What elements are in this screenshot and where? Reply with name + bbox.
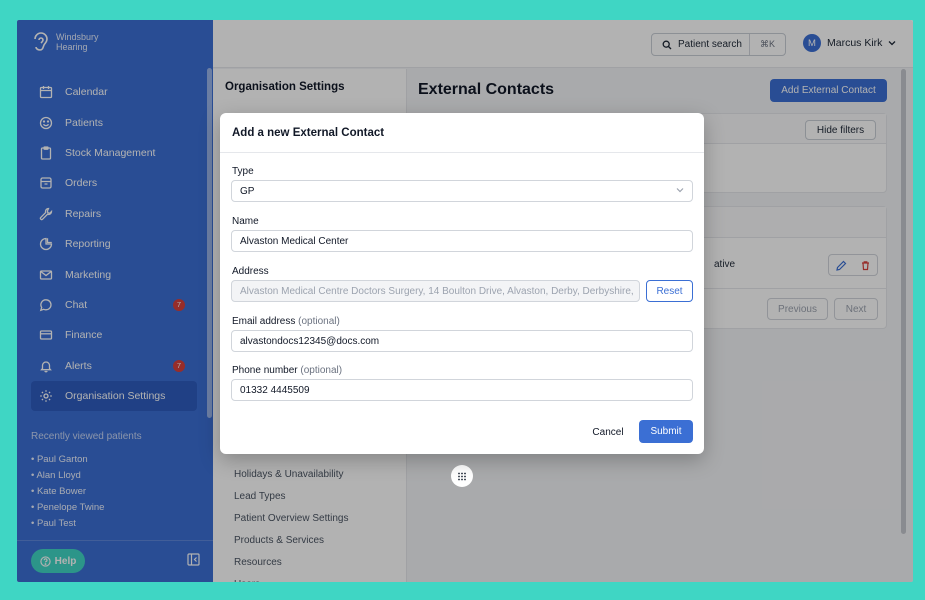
apps-grid-button[interactable] — [451, 465, 473, 487]
type-select-value: GP — [240, 185, 255, 197]
app-window: Windsbury Hearing Calendar Patients Stoc… — [17, 20, 913, 582]
phone-field-value: 01332 4445509 — [240, 384, 310, 396]
email-label: Email address (optional) — [232, 316, 340, 327]
phone-label: Phone number (optional) — [232, 365, 342, 376]
type-label: Type — [232, 166, 254, 177]
optional-hint: (optional) — [300, 365, 343, 376]
phone-label-text: Phone number — [232, 365, 298, 376]
chevron-down-icon — [676, 188, 684, 193]
submit-button[interactable]: Submit — [639, 420, 693, 443]
email-field-value: alvastondocs12345@docs.com — [240, 335, 380, 347]
email-field[interactable]: alvastondocs12345@docs.com — [231, 330, 693, 352]
phone-field[interactable]: 01332 4445509 — [231, 379, 693, 401]
address-label: Address — [232, 266, 269, 277]
add-contact-modal: Add a new External Contact Type GP Name … — [220, 113, 704, 454]
address-input-value: Alvaston Medical Centre Doctors Surgery,… — [240, 285, 634, 297]
name-input[interactable]: Alvaston Medical Center — [231, 230, 693, 252]
address-input[interactable]: Alvaston Medical Centre Doctors Surgery,… — [231, 280, 640, 302]
name-input-value: Alvaston Medical Center — [240, 235, 349, 247]
optional-hint: (optional) — [298, 316, 340, 327]
type-select[interactable]: GP — [231, 180, 693, 202]
email-label-text: Email address — [232, 316, 296, 327]
name-label: Name — [232, 216, 259, 227]
modal-title: Add a new External Contact — [220, 113, 704, 153]
cancel-button[interactable]: Cancel — [588, 421, 628, 443]
grid-dots-icon — [458, 472, 466, 481]
reset-address-button[interactable]: Reset — [646, 280, 693, 302]
